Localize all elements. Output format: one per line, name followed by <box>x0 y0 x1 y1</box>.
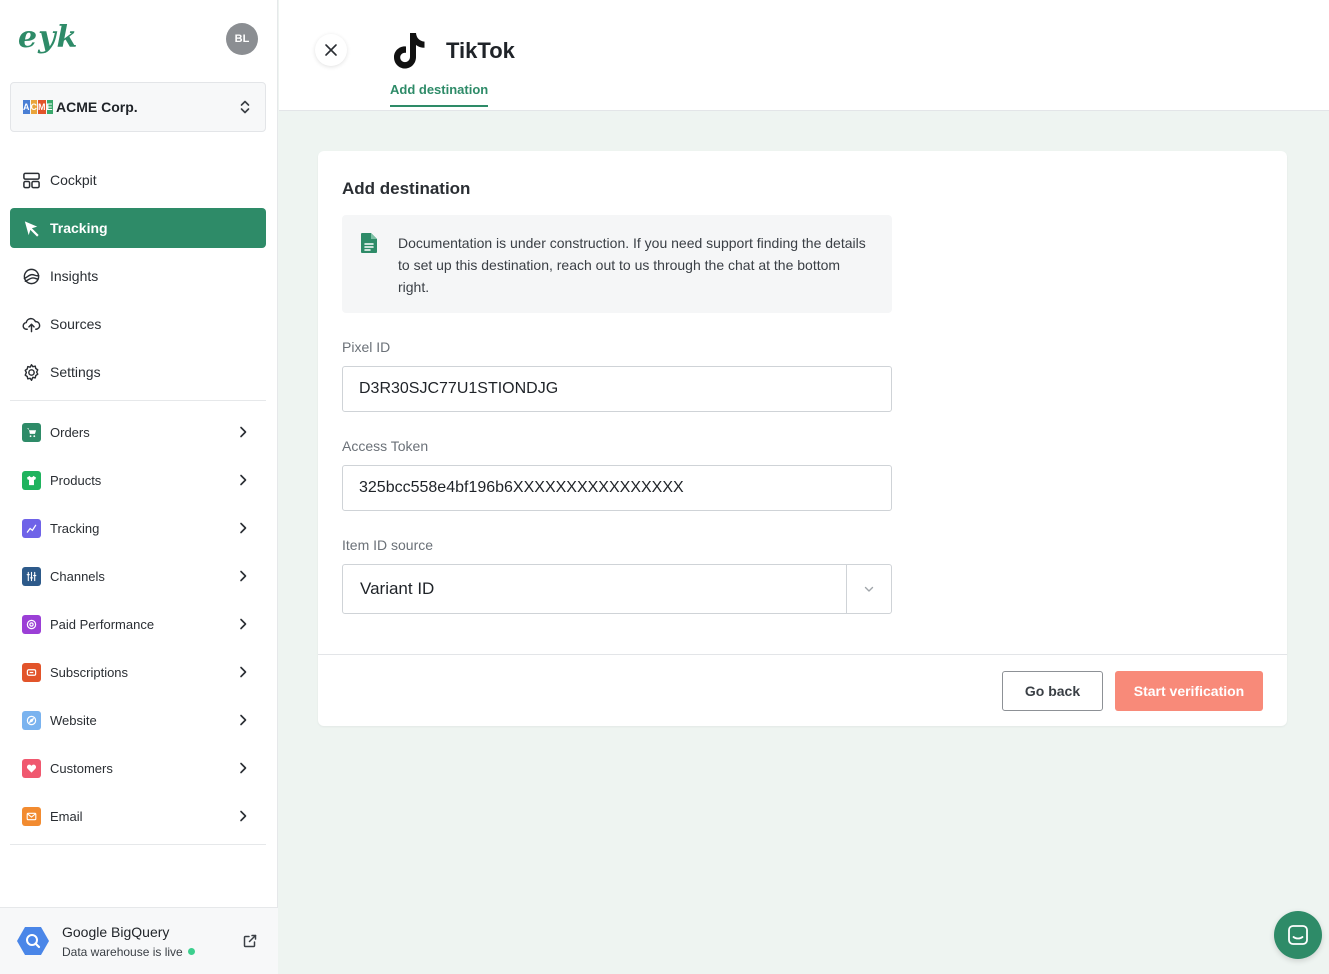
chevron-right-icon <box>240 618 247 630</box>
go-back-button[interactable]: Go back <box>1002 671 1103 711</box>
section-item-customers[interactable]: Customers <box>10 744 266 792</box>
avatar[interactable]: BL <box>226 23 258 55</box>
section-item-email[interactable]: Email <box>10 792 266 840</box>
warehouse-status-text: Data warehouse is live <box>62 944 183 959</box>
trend-icon <box>22 518 41 538</box>
nav-item-insights[interactable]: Insights <box>10 256 266 296</box>
item-id-source-value: Variant ID <box>360 579 435 598</box>
org-logo: A C M E <box>23 100 53 114</box>
tab-add-destination[interactable]: Add destination <box>390 82 489 107</box>
warehouse-name: Google BigQuery <box>62 923 170 940</box>
warehouse-status[interactable]: Google BigQuery Data warehouse is live <box>0 907 278 974</box>
org-switcher[interactable]: A C M E ACME Corp. <box>10 82 266 132</box>
app-logo[interactable]: eyk <box>18 20 78 55</box>
chevron-right-icon <box>240 714 247 726</box>
close-icon <box>325 44 337 56</box>
sliders-icon <box>22 566 41 586</box>
cart-icon <box>22 422 41 442</box>
nav-label: Tracking <box>50 220 108 236</box>
layout-icon <box>23 172 40 188</box>
external-link-icon[interactable] <box>242 933 258 949</box>
section-item-orders[interactable]: Orders <box>10 408 266 456</box>
compass-icon <box>22 710 41 730</box>
bigquery-icon <box>17 927 49 955</box>
sidebar: eyk BL A C M E ACME Corp. Cockpit Tracki… <box>0 0 278 974</box>
nav-label: Cockpit <box>50 172 97 188</box>
nav-divider <box>10 400 266 401</box>
section-item-subscriptions[interactable]: Subscriptions <box>10 648 266 696</box>
org-name: ACME Corp. <box>56 99 138 115</box>
nav-label: Sources <box>50 316 102 332</box>
insights-icon <box>23 268 40 284</box>
access-token-input[interactable] <box>342 465 892 511</box>
close-button[interactable] <box>315 34 347 66</box>
section-divider <box>10 844 266 845</box>
destination-form: Add destination Documentation is under c… <box>318 151 1287 726</box>
chevron-up-down-icon <box>240 100 250 114</box>
nav-item-settings[interactable]: Settings <box>10 352 266 392</box>
target-icon <box>22 614 41 634</box>
form-footer: Go back Start verification <box>318 654 1287 726</box>
section-item-tracking[interactable]: Tracking <box>10 504 266 552</box>
nav-item-tracking[interactable]: Tracking <box>10 208 266 248</box>
heart-icon <box>22 758 41 778</box>
chevron-right-icon <box>240 762 247 774</box>
section-item-products[interactable]: Products <box>10 456 266 504</box>
dropdown-toggle[interactable] <box>846 565 891 613</box>
live-indicator <box>187 948 195 955</box>
chevron-right-icon <box>240 426 247 438</box>
cloud-upload-icon <box>22 317 41 332</box>
section-item-paid-performance[interactable]: Paid Performance <box>10 600 266 648</box>
nav-label: Insights <box>50 268 99 284</box>
pixel-id-label: Pixel ID <box>342 339 391 355</box>
nav-item-sources[interactable]: Sources <box>10 304 266 344</box>
page-header: TikTok Add destination <box>279 0 1329 111</box>
nav-item-cockpit[interactable]: Cockpit <box>10 160 266 200</box>
gear-icon <box>24 363 39 381</box>
chevron-right-icon <box>240 666 247 678</box>
note-text: Documentation is under construction. If … <box>398 235 866 295</box>
chevron-right-icon <box>240 810 247 822</box>
section-item-website[interactable]: Website <box>10 696 266 744</box>
page-title: TikTok <box>446 38 515 63</box>
repeat-icon <box>22 662 41 682</box>
chevron-right-icon <box>240 570 247 582</box>
nav-label: Settings <box>50 364 101 380</box>
main-nav: Cockpit Tracking Insights Sources Settin… <box>10 160 266 400</box>
pixel-id-input[interactable] <box>342 366 892 412</box>
item-id-source-select[interactable]: Variant ID <box>342 564 892 614</box>
documentation-note: Documentation is under construction. If … <box>342 215 892 313</box>
access-token-label: Access Token <box>342 438 429 454</box>
chat-icon <box>1288 925 1308 945</box>
cursor-icon <box>24 220 39 237</box>
shirt-icon <box>22 470 41 490</box>
chat-launcher[interactable] <box>1274 911 1322 959</box>
section-nav: Orders Products Tracking Channels Paid P… <box>10 408 266 840</box>
start-verification-button[interactable]: Start verification <box>1115 671 1263 711</box>
mail-icon <box>22 806 41 826</box>
chevron-right-icon <box>240 522 247 534</box>
chevron-down-icon <box>864 586 874 592</box>
form-title: Add destination <box>342 179 471 198</box>
chevron-right-icon <box>240 474 247 486</box>
document-icon <box>361 233 377 253</box>
tiktok-logo-icon <box>394 33 425 69</box>
item-id-source-label: Item ID source <box>342 537 434 553</box>
section-item-channels[interactable]: Channels <box>10 552 266 600</box>
